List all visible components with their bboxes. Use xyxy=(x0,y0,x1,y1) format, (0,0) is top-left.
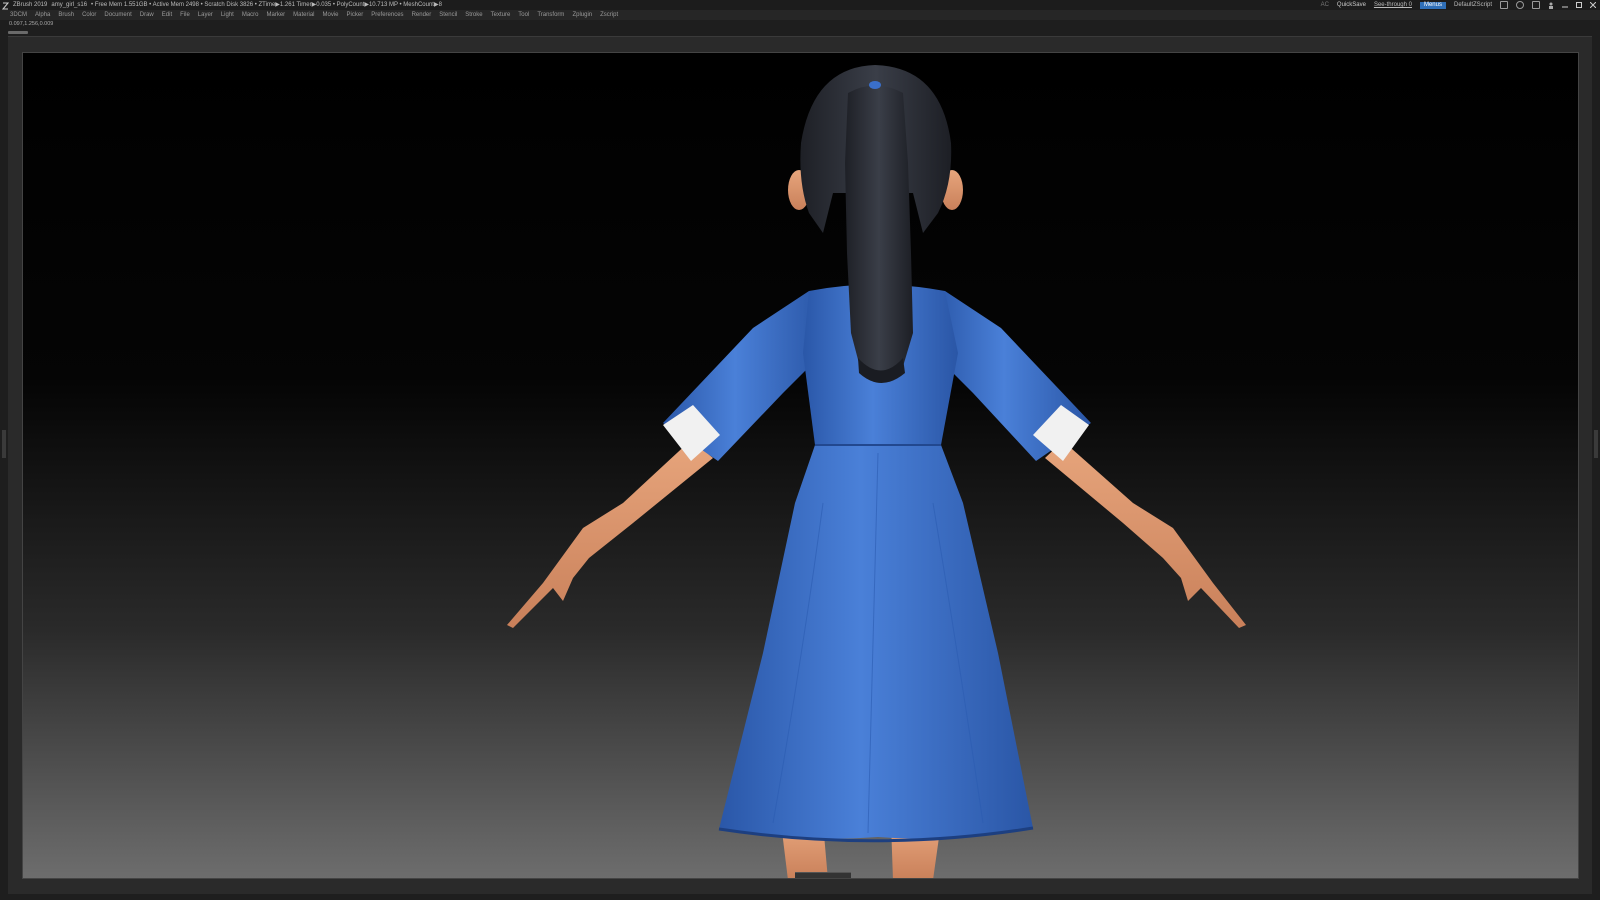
menu-item-tool[interactable]: Tool xyxy=(514,10,533,20)
menu-item-layer[interactable]: Layer xyxy=(194,10,217,20)
menu-item-file[interactable]: File xyxy=(176,10,194,20)
menu-item-light[interactable]: Light xyxy=(217,10,238,20)
menu-item-material[interactable]: Material xyxy=(289,10,318,20)
menu-item-macro[interactable]: Macro xyxy=(238,10,263,20)
menu-item-preferences[interactable]: Preferences xyxy=(367,10,407,20)
menu-item-zplugin[interactable]: Zplugin xyxy=(568,10,596,20)
menu-item-zscript[interactable]: Zscript xyxy=(596,10,622,20)
hair-tie xyxy=(869,81,881,89)
menu-item-render[interactable]: Render xyxy=(408,10,436,20)
file-name: amy_girl_s16 xyxy=(51,2,88,8)
see-through-slider[interactable]: See-through 0 xyxy=(1374,0,1412,10)
menu-bar: 3DCM Alpha Brush Color Document Draw Edit File L… xyxy=(0,10,1600,20)
character-model xyxy=(507,65,1246,878)
quicksave-button[interactable]: QuickSave xyxy=(1337,0,1366,10)
default-script-label[interactable]: DefaultZScript xyxy=(1454,0,1492,10)
palette-icon[interactable] xyxy=(1532,1,1540,9)
dress-skirt xyxy=(719,445,1033,839)
menu-item-draw[interactable]: Draw xyxy=(136,10,158,20)
menu-item-stencil[interactable]: Stencil xyxy=(435,10,461,20)
right-tray-handle[interactable] xyxy=(1594,430,1598,458)
menu-item-edit[interactable]: Edit xyxy=(158,10,176,20)
menu-item-3dcm[interactable]: 3DCM xyxy=(6,10,31,20)
title-bar: ZBrush 2019 amy_girl_s16 • Free Mem 1.55… xyxy=(0,0,1600,10)
menu-item-brush[interactable]: Brush xyxy=(54,10,78,20)
menu-item-color[interactable]: Color xyxy=(78,10,100,20)
app-name: ZBrush 2019 xyxy=(13,2,48,8)
menu-item-document[interactable]: Document xyxy=(100,10,135,20)
menus-button[interactable]: Menus xyxy=(1419,1,1446,9)
left-tray-handle[interactable] xyxy=(2,430,6,458)
menu-item-picker[interactable]: Picker xyxy=(343,10,368,20)
menu-item-stroke[interactable]: Stroke xyxy=(461,10,486,20)
coordinate-readout: 0.097,1.256,0.009 xyxy=(9,21,54,27)
menu-item-texture[interactable]: Texture xyxy=(487,10,515,20)
shelf-scroll-handle[interactable] xyxy=(8,31,28,34)
close-icon[interactable] xyxy=(1590,2,1596,8)
document-canvas[interactable] xyxy=(22,52,1579,879)
menu-item-alpha[interactable]: Alpha xyxy=(31,10,54,20)
ac-label: AC xyxy=(1320,2,1329,8)
menu-item-movie[interactable]: Movie xyxy=(319,10,343,20)
right-arm xyxy=(1045,441,1246,628)
minimize-icon[interactable] xyxy=(1562,2,1568,8)
layout-icon[interactable] xyxy=(1500,1,1508,9)
menu-item-marker[interactable]: Marker xyxy=(263,10,290,20)
user-icon[interactable] xyxy=(1548,2,1554,9)
zbrush-logo-icon xyxy=(2,2,9,9)
left-arm xyxy=(507,440,713,628)
see-through-label: See-through 0 xyxy=(1373,2,1412,8)
maximize-icon[interactable] xyxy=(1576,2,1582,8)
menu-item-transform[interactable]: Transform xyxy=(533,10,568,20)
system-stats: • Free Mem 1.551GB • Active Mem 2498 • S… xyxy=(91,2,442,8)
rotate-icon[interactable] xyxy=(1516,1,1524,9)
bottom-tray-handle[interactable] xyxy=(795,872,851,878)
